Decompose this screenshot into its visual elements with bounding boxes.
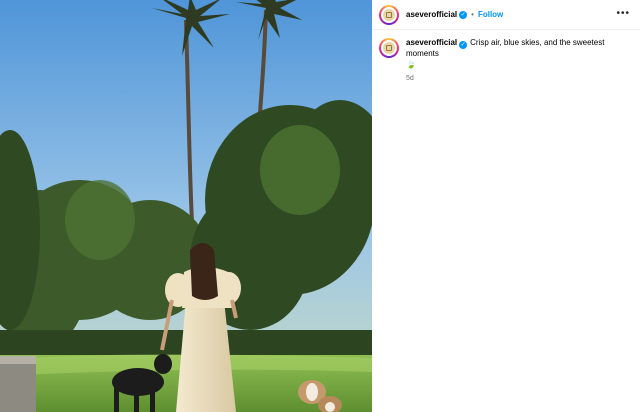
caption-avatar[interactable] — [379, 38, 399, 58]
post-photo[interactable] — [0, 0, 372, 412]
avatar[interactable] — [379, 4, 399, 25]
post-timestamp[interactable]: 5d — [406, 75, 626, 82]
post-sidebar: aseverofficial ✓ • Follow ••• aseveroffi… — [372, 0, 640, 412]
caption: aseverofficial ✓ Crisp air, blue skies, an… — [379, 38, 633, 82]
more-options-icon[interactable]: ••• — [616, 9, 630, 19]
follow-button[interactable]: Follow — [478, 10, 503, 19]
header-username[interactable]: aseverofficial — [406, 10, 457, 19]
separator-dot: • — [471, 10, 474, 19]
brand-logo-icon — [383, 8, 395, 21]
post-photo-image — [0, 0, 372, 412]
leaf-emoji-icon: 🍃 — [406, 60, 416, 69]
caption-username[interactable]: aseverofficial — [406, 38, 457, 47]
post-header: aseverofficial ✓ • Follow ••• — [372, 0, 640, 30]
verified-badge-icon: ✓ — [459, 10, 468, 19]
verified-badge-icon: ✓ — [459, 41, 468, 49]
brand-logo-icon — [383, 42, 395, 54]
